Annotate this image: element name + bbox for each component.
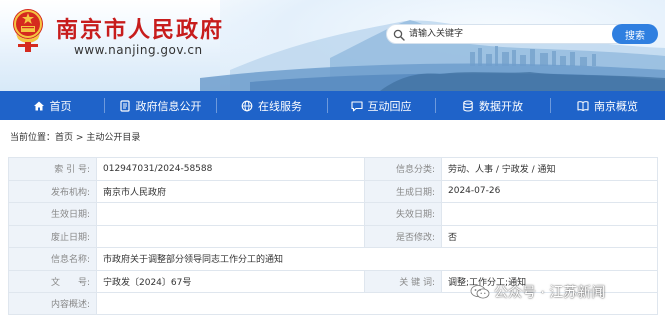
table-row: 生效日期: 失效日期: <box>8 202 658 226</box>
search-box: 搜索 <box>386 24 658 44</box>
breadcrumb: 当前位置：首页 > 主动公开目录 <box>10 130 140 143</box>
publisher-label: 发布机构: <box>8 179 97 203</box>
breadcrumb-current-link[interactable]: 主动公开目录 <box>86 133 140 143</box>
book-icon <box>577 100 589 111</box>
nav-item-home[interactable]: 首页 <box>0 91 104 120</box>
site-title: 南京市人民政府 <box>56 18 225 43</box>
wechat-watermark: 公众号 · 江苏新闻 <box>470 282 605 302</box>
doc-number-value: 宁政发〔2024〕67号 <box>96 269 365 293</box>
search-button[interactable]: 搜索 <box>612 24 658 44</box>
index-number-label: 索 引 号: <box>8 157 97 181</box>
repeal-date-value <box>96 224 365 248</box>
globe-icon <box>241 100 253 111</box>
revised-value: 否 <box>441 224 658 248</box>
watermark-text: 公众号 · 江苏新闻 <box>494 285 606 301</box>
document-icon <box>119 99 130 112</box>
site-url: www.nanjing.gov.cn <box>74 43 203 57</box>
breadcrumb-separator: > <box>75 133 84 143</box>
table-row: 废止日期: 是否修改: 否 <box>8 224 658 248</box>
site-header: 南京市人民政府 www.nanjing.gov.cn 搜索 <box>0 0 665 91</box>
home-icon <box>33 101 44 110</box>
created-date-value: 2024-07-26 <box>441 179 658 203</box>
category-label: 信息分类: <box>364 157 442 181</box>
category-value: 劳动、人事 / 宁政发 / 通知 <box>441 157 658 181</box>
database-icon <box>463 99 473 112</box>
breadcrumb-home-link[interactable]: 首页 <box>55 133 73 143</box>
nav-item-online-service[interactable]: 在线服务 <box>216 91 327 120</box>
table-row: 信息名称: 市政府关于调整部分领导同志工作分工的通知 <box>8 247 658 271</box>
index-number-value: 012947031/2024-58588 <box>96 157 365 181</box>
created-date-label: 生成日期: <box>364 179 442 203</box>
info-name-value: 市政府关于调整部分领导同志工作分工的通知 <box>96 247 658 271</box>
chat-icon <box>350 100 363 111</box>
publisher-value: 南京市人民政府 <box>96 179 365 203</box>
expiry-date-label: 失效日期: <box>364 202 442 226</box>
table-row: 发布机构: 南京市人民政府 生成日期: 2024-07-26 <box>8 179 658 203</box>
nav-item-label: 数据开放 <box>479 99 523 113</box>
nav-item-interaction[interactable]: 互动回应 <box>327 91 435 120</box>
nav-item-gov-info[interactable]: 政府信息公开 <box>104 91 216 120</box>
effective-date-label: 生效日期: <box>8 202 97 226</box>
search-icon <box>393 29 405 41</box>
summary-label: 内容概述: <box>8 292 97 315</box>
doc-number-label: 文 号: <box>8 269 97 293</box>
national-emblem-icon <box>13 9 43 52</box>
nav-item-label: 在线服务 <box>258 99 302 113</box>
wechat-icon <box>470 285 490 299</box>
repeal-date-label: 废止日期: <box>8 224 97 248</box>
nav-item-open-data[interactable]: 数据开放 <box>435 91 550 120</box>
nav-item-label: 首页 <box>49 99 72 113</box>
search-input[interactable] <box>409 26 579 42</box>
revised-label: 是否修改: <box>364 224 442 248</box>
keywords-label: 关 键 词: <box>364 269 442 293</box>
expiry-date-value <box>441 202 658 226</box>
nav-item-label: 政府信息公开 <box>135 99 202 113</box>
breadcrumb-prefix: 当前位置： <box>10 133 56 143</box>
table-row: 索 引 号: 012947031/2024-58588 信息分类: 劳动、人事 … <box>8 157 658 181</box>
nav-item-label: 互动回应 <box>367 99 412 113</box>
search-field <box>386 24 632 44</box>
info-name-label: 信息名称: <box>8 247 97 271</box>
main-nav: 首页 政府信息公开 在线服务 互动回应 数据开放 南京概览 <box>0 91 665 120</box>
nav-item-label: 南京概览 <box>594 99 638 113</box>
effective-date-value <box>96 202 365 226</box>
nav-item-nanjing-overview[interactable]: 南京概览 <box>550 91 665 120</box>
